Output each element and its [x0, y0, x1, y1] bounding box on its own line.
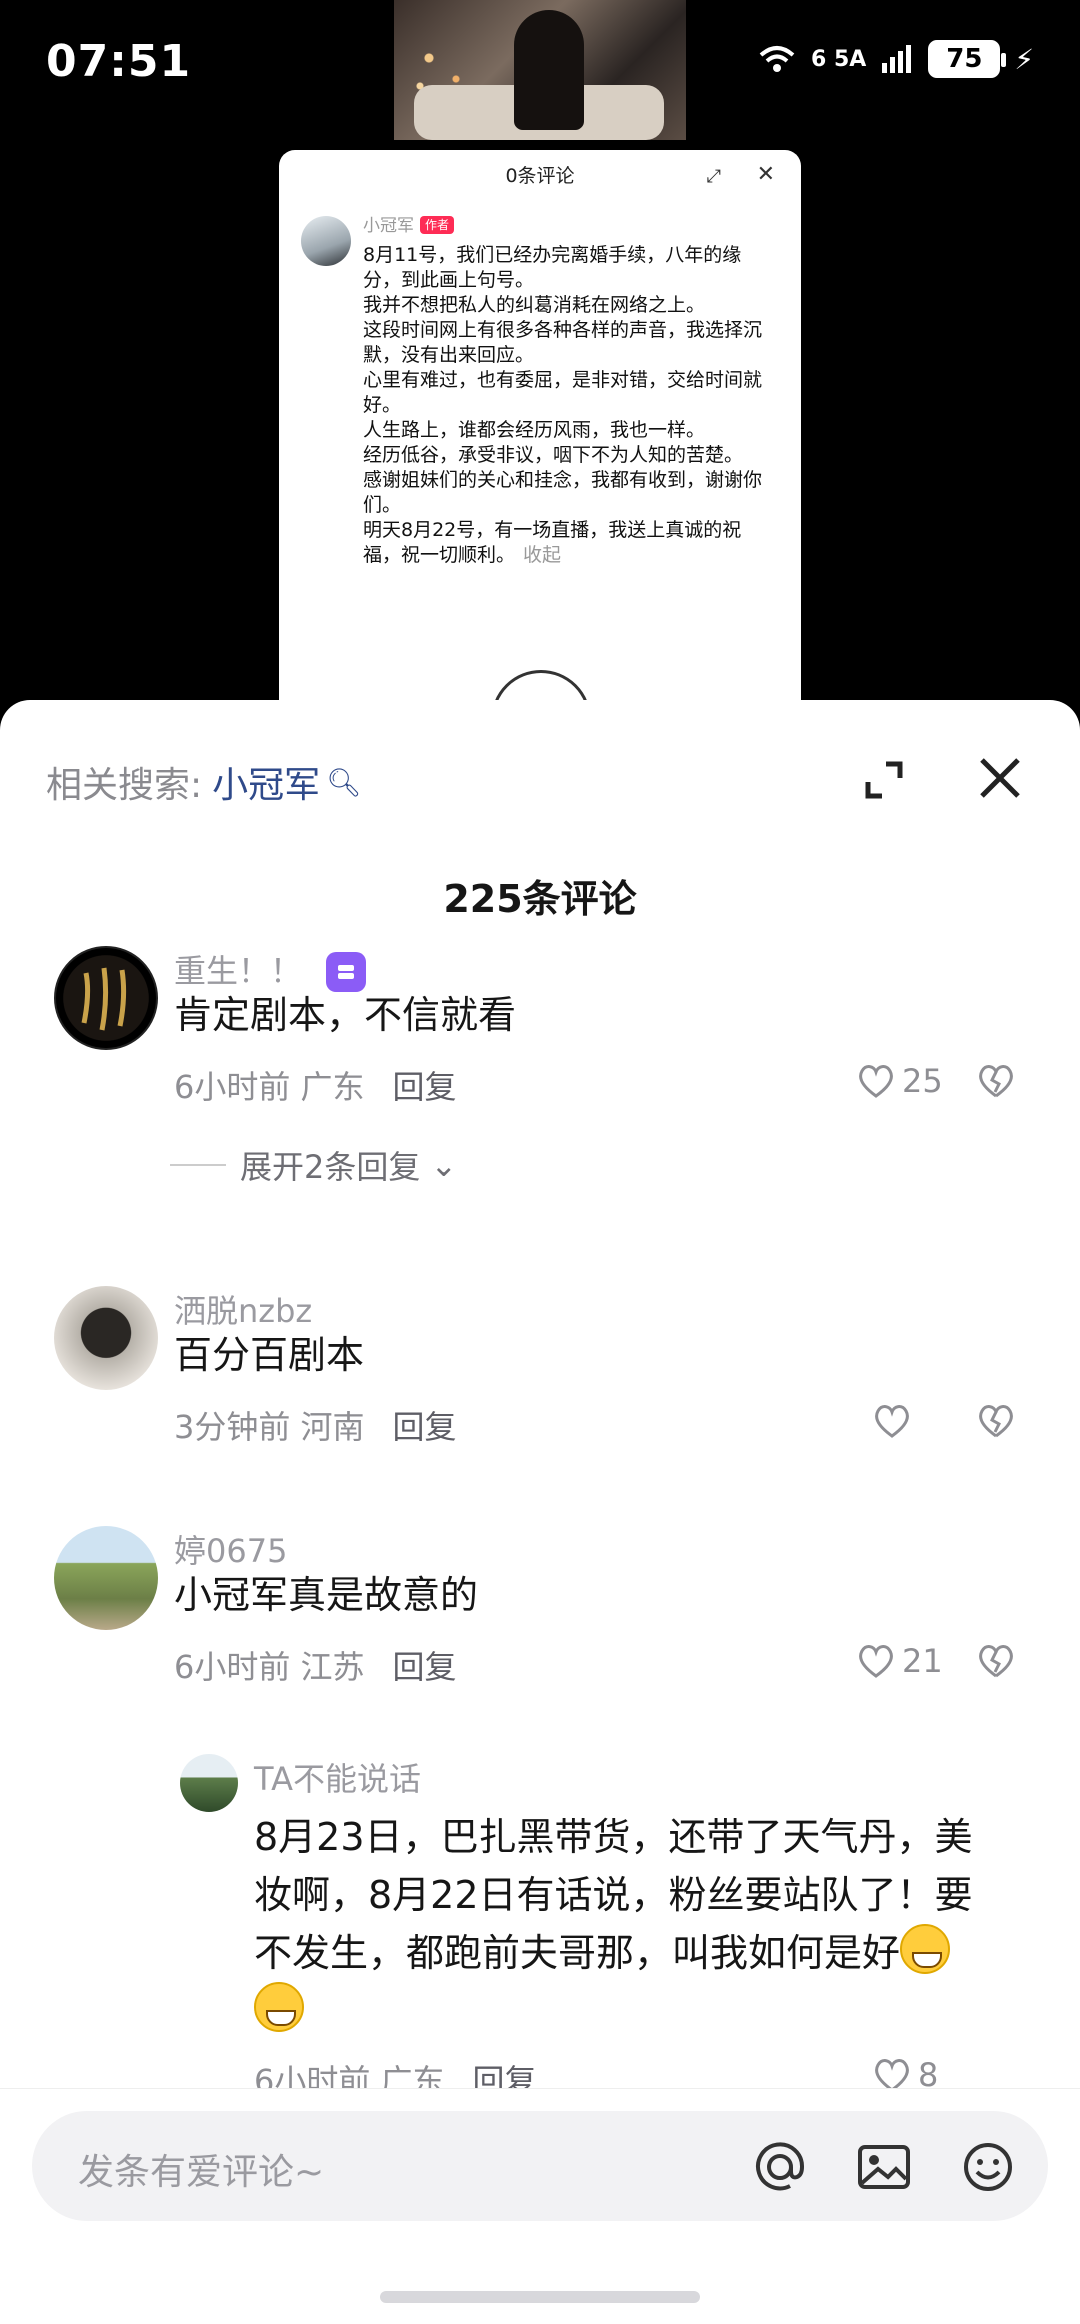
mini-line: 8月11号，我们已经办完离婚手续，八年的缘分，到此画上句号。 [363, 244, 742, 291]
like-count: 25 [902, 1062, 943, 1100]
reply-text: 8月23日，巴扎黑带货，还带了天气丹，美 妆啊，8月22日有话说，粉丝要站队了！… [254, 1808, 1034, 2040]
heart-icon [859, 1645, 893, 1678]
dislike-icon[interactable] [976, 1642, 1016, 1680]
comment-input-bar: 发条有爱评论~ [0, 2088, 1080, 2324]
expand-icon[interactable] [862, 758, 906, 802]
related-search-link[interactable]: 小冠军 [212, 756, 320, 808]
mini-expand-icon: ⤢ [706, 166, 721, 187]
dislike-icon[interactable] [976, 1402, 1016, 1440]
avatar[interactable] [54, 946, 158, 1050]
like-button[interactable] [872, 1402, 912, 1440]
heart-icon [875, 1405, 909, 1438]
heart-icon [859, 1065, 893, 1098]
comment-count-title: 225条评论 [443, 877, 637, 921]
comment-text: 百分百剧本 [174, 1333, 365, 1377]
close-icon[interactable] [976, 754, 1024, 802]
comment-meta: 6小时前 江苏 回复 [174, 1642, 457, 1688]
related-search: 相关搜索: 小冠军 🔍︎ [46, 756, 362, 808]
comment-item: 重生！！ 肯定剧本，不信就看 6小时前 广东 回复 25 展开2条回复 ⌄ [0, 946, 1080, 1186]
signal-icon [882, 45, 912, 73]
grin-emoji-icon [254, 1982, 304, 2032]
avatar[interactable] [54, 1286, 158, 1390]
search-icon[interactable]: 🔍︎ [326, 766, 362, 799]
embedded-comment-card: 0条评论 ⤢ ✕ 小冠军 作者 8月11号，我们已经办完离婚手续，八年的缘分，到此… [279, 150, 801, 710]
comment-text: 小冠军真是故意的 [174, 1573, 479, 1617]
like-button[interactable]: 25 [856, 1062, 943, 1100]
mini-close-icon: ✕ [756, 162, 775, 187]
comment-time-location: 6小时前 广东 [174, 1068, 365, 1106]
reply-button[interactable]: 回复 [393, 1068, 457, 1106]
avatar [301, 216, 351, 266]
network-label: 6 5A [811, 46, 867, 72]
comment-sheet: 相关搜索: 小冠军 🔍︎ 225条评论 重生！！ 肯定剧本，不信就看 6小时前 … [0, 700, 1080, 2324]
comment-meta: 6小时前 广东 回复 [174, 1062, 457, 1108]
like-count: 21 [902, 1642, 943, 1680]
mini-line: 心里有难过，也有委屈，是非对错，交给时间就好。 [363, 369, 763, 416]
reply-item: TA不能说话 8月23日，巴扎黑带货，还带了天气丹，美 妆啊，8月22日有话说，… [0, 1754, 1080, 2100]
mini-line: 人生路上，谁都会经历风雨，我也一样。 [363, 419, 706, 441]
comment-meta: 3分钟前 河南 回复 [174, 1402, 457, 1448]
status-icons: 6 5A 75 ⚡ [757, 40, 1034, 78]
chevron-down-icon: ⌄ [430, 1146, 458, 1184]
related-search-label: 相关搜索: [46, 765, 203, 806]
author-badge: 作者 [420, 216, 455, 234]
comment-input[interactable]: 发条有爱评论~ [32, 2111, 1048, 2221]
emoji-icon[interactable] [960, 2139, 1016, 2195]
comment-text: 肯定剧本，不信就看 [174, 993, 517, 1037]
image-icon[interactable] [856, 2139, 912, 2195]
avatar[interactable] [54, 1526, 158, 1630]
home-indicator [380, 2291, 700, 2303]
comment-input-placeholder: 发条有爱评论~ [78, 2152, 325, 2193]
comment-item: 洒脱nzbz 百分百剧本 3分钟前 河南 回复 [0, 1286, 1080, 1446]
mini-line: 感谢姐妹们的关心和挂念，我都有收到，谢谢你们。 [363, 469, 763, 516]
battery-level: 75 [946, 44, 983, 74]
mini-line: 我并不想把私人的纠葛消耗在网络之上。 [363, 294, 706, 316]
battery-icon: 75 [928, 40, 1007, 78]
reply-button[interactable]: 回复 [393, 1648, 457, 1686]
reply-button[interactable]: 回复 [393, 1408, 457, 1446]
mini-line: 这段时间网上有很多各种各样的声音，我选择沉默，没有出来回应。 [363, 319, 763, 366]
comment-time-location: 6小时前 江苏 [174, 1648, 365, 1686]
clock: 07:51 [46, 36, 192, 87]
charging-icon: ⚡ [1014, 42, 1034, 76]
like-button[interactable]: 21 [856, 1642, 943, 1680]
video-preview[interactable] [394, 0, 686, 140]
avatar[interactable] [180, 1754, 238, 1812]
comment-item: 婷0675 小冠军真是故意的 6小时前 江苏 回复 21 [0, 1526, 1080, 1686]
calligraphy-avatar-icon [81, 967, 127, 1031]
grin-emoji-icon [900, 1924, 951, 1974]
mini-post-body: 小冠军 作者 8月11号，我们已经办完离婚手续，八年的缘分，到此画上句号。 我并不… [363, 214, 777, 568]
comment-time-location: 3分钟前 河南 [174, 1408, 365, 1446]
reply-author[interactable]: TA不能说话 [254, 1754, 421, 1800]
mini-collapse-link[interactable]: 收起 [523, 544, 561, 566]
mini-author-name: 小冠军 [363, 216, 414, 236]
mini-card-title: 0条评论 [505, 165, 575, 187]
dislike-icon[interactable] [976, 1062, 1016, 1100]
mini-line: 经历低谷，承受非议，咽下不为人知的苦楚。 [363, 444, 744, 466]
expand-replies-button[interactable]: 展开2条回复 ⌄ [170, 1142, 457, 1188]
mention-icon[interactable] [752, 2139, 808, 2195]
wifi-icon [759, 46, 795, 72]
